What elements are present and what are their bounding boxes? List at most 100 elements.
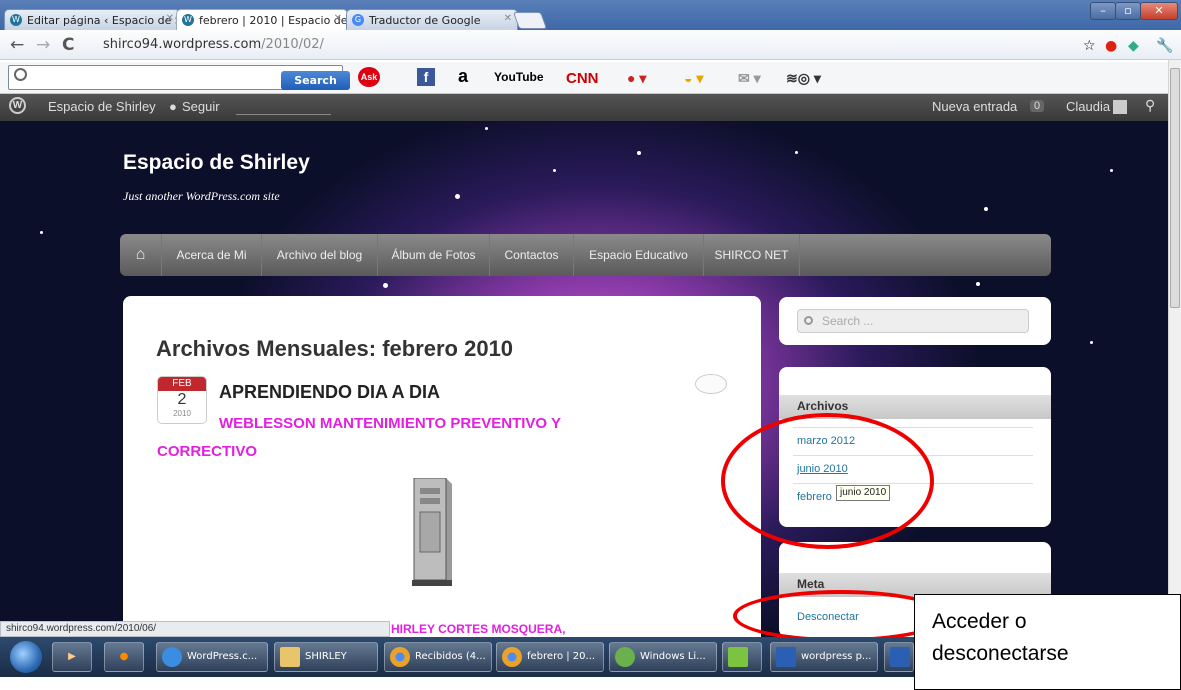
firefox-icon[interactable]: ● bbox=[104, 642, 144, 672]
menu-item-album[interactable]: Álbum de Fotos bbox=[378, 234, 490, 276]
home-icon[interactable]: ⌂ bbox=[120, 234, 162, 276]
forward-icon[interactable]: → bbox=[36, 35, 50, 55]
start-button[interactable] bbox=[10, 641, 42, 673]
taskbar-item-folder[interactable]: SHIRLEY bbox=[274, 642, 378, 672]
star bbox=[553, 169, 556, 172]
search-widget: Search ... bbox=[779, 297, 1051, 345]
wordpress-icon: W bbox=[182, 14, 194, 26]
star bbox=[455, 194, 460, 199]
url-path: /2010/02/ bbox=[261, 37, 324, 52]
taskbar-item-app[interactable] bbox=[722, 642, 762, 672]
annotation-box: Acceder o desconectarse bbox=[914, 594, 1181, 690]
taskbar-label: wordpress p... bbox=[801, 651, 872, 662]
ask-icon[interactable]: ● bbox=[1105, 38, 1117, 54]
menu-item-contactos[interactable]: Contactos bbox=[490, 234, 574, 276]
wp-admin-bar: W Espacio de Shirley ● Seguir Nueva entr… bbox=[0, 94, 1181, 121]
ask-icon[interactable]: Ask bbox=[358, 67, 380, 87]
archive-title: Archivos Mensuales: febrero 2010 bbox=[156, 336, 514, 361]
star bbox=[984, 207, 988, 211]
annotation-line: Acceder o bbox=[932, 610, 1027, 633]
media-player-icon[interactable]: ▶ bbox=[52, 642, 92, 672]
site-title[interactable]: Espacio de Shirley bbox=[123, 151, 310, 175]
taskbar-item-ie[interactable]: WordPress.c... bbox=[156, 642, 268, 672]
weather-icon[interactable]: ◒ ▾ bbox=[684, 70, 703, 87]
chrome-icon bbox=[390, 647, 410, 667]
chrome-icon bbox=[502, 647, 522, 667]
sidebar-search-input[interactable]: Search ... bbox=[797, 309, 1029, 333]
tab-translate[interactable]: G Traductor de Google ✕ bbox=[346, 9, 518, 30]
new-post-link[interactable]: Nueva entrada bbox=[932, 99, 1017, 114]
search-placeholder: Search ... bbox=[822, 314, 874, 328]
scrollbar-thumb[interactable] bbox=[1170, 68, 1180, 308]
ie-icon bbox=[162, 647, 182, 667]
taskbar-item-chrome2[interactable]: febrero | 20... bbox=[496, 642, 604, 672]
close-icon[interactable]: ✕ bbox=[504, 13, 512, 24]
menu-item-educativo[interactable]: Espacio Educativo bbox=[574, 234, 704, 276]
site-description: Just another WordPress.com site bbox=[123, 189, 280, 203]
menu-item-shirco[interactable]: SHIRCO NET bbox=[704, 234, 800, 276]
taskbar-item-word2[interactable] bbox=[884, 642, 914, 672]
admin-bar-site[interactable]: Espacio de Shirley bbox=[48, 99, 156, 114]
comment-bubble-icon[interactable] bbox=[695, 374, 727, 394]
tab-title: febrero | 2010 | Espacio de S bbox=[199, 14, 348, 27]
taskbar-item-chrome1[interactable]: Recibidos (4... bbox=[384, 642, 492, 672]
maximize-button[interactable]: ▫ bbox=[1115, 2, 1141, 20]
close-icon[interactable]: ✕ bbox=[166, 13, 174, 24]
menu-item-archivo[interactable]: Archivo del blog bbox=[262, 234, 378, 276]
amazon-icon[interactable]: a bbox=[458, 66, 468, 87]
new-tab-button[interactable] bbox=[512, 12, 548, 29]
tab-strip: W Editar página ‹ Espacio de S ✕ W febre… bbox=[0, 0, 1181, 30]
taskbar-item-windows-live[interactable]: Windows Li... bbox=[609, 642, 717, 672]
taskbar-label: Windows Li... bbox=[640, 651, 706, 662]
address-bar[interactable]: shirco94.wordpress.com/2010/02/ bbox=[85, 34, 1165, 56]
bookmark-star-icon[interactable]: ☆ bbox=[1083, 38, 1096, 54]
reload-icon[interactable]: C bbox=[62, 35, 74, 55]
browser-toolbar: ← → C shirco94.wordpress.com/2010/02/ ☆ … bbox=[0, 30, 1181, 60]
url-host: shirco94.wordpress.com bbox=[103, 37, 262, 52]
status-bar: shirco94.wordpress.com/2010/06/ bbox=[0, 621, 390, 637]
tab-febrero[interactable]: W febrero | 2010 | Espacio de S ✕ bbox=[176, 9, 348, 30]
close-icon[interactable]: ✕ bbox=[334, 13, 342, 24]
main-menu: ⌂ Acerca de Mi Archivo del blog Álbum de… bbox=[120, 234, 1051, 276]
admin-bar-field[interactable] bbox=[236, 101, 331, 115]
post-title[interactable]: APRENDIENDO DIA A DIA bbox=[219, 382, 440, 403]
mail-icon[interactable]: ✉ ▾ bbox=[738, 70, 761, 87]
back-icon[interactable]: ← bbox=[10, 35, 24, 55]
wrench-icon[interactable]: 🔧 bbox=[1156, 38, 1173, 54]
scrollbar[interactable] bbox=[1168, 60, 1181, 637]
follow-button[interactable]: Seguir bbox=[182, 99, 220, 114]
extension-icon[interactable]: ◆ bbox=[1128, 38, 1139, 54]
word-icon bbox=[890, 647, 910, 667]
star bbox=[485, 127, 488, 130]
user-menu[interactable]: Claudia bbox=[1066, 99, 1110, 114]
star bbox=[383, 283, 388, 288]
toolbar-search-button[interactable]: Search bbox=[281, 71, 350, 90]
folder-icon bbox=[280, 647, 300, 667]
youtube-icon[interactable]: YouTube bbox=[494, 70, 544, 84]
search-icon[interactable]: ⚲ bbox=[1145, 97, 1155, 114]
minimize-button[interactable]: – bbox=[1090, 2, 1116, 20]
tab-editar[interactable]: W Editar página ‹ Espacio de S ✕ bbox=[4, 9, 180, 30]
star bbox=[40, 231, 43, 234]
wordpress-icon[interactable]: W bbox=[9, 97, 26, 114]
post-author: HIRLEY CORTES MOSQUERA, bbox=[391, 622, 566, 636]
windows-live-icon bbox=[615, 647, 635, 667]
close-window-button[interactable]: ✕ bbox=[1140, 2, 1178, 20]
cnn-icon[interactable]: CNN bbox=[566, 70, 599, 87]
date-month: FEB bbox=[158, 377, 206, 391]
search-icon bbox=[804, 316, 813, 325]
taskbar-item-word[interactable]: wordpress p... bbox=[770, 642, 878, 672]
games-icon[interactable]: ● ▾ bbox=[627, 70, 646, 87]
date-day: 2 bbox=[177, 391, 187, 408]
word-icon bbox=[776, 647, 796, 667]
google-translate-icon: G bbox=[352, 14, 364, 26]
facebook-icon[interactable]: f bbox=[417, 68, 435, 86]
star bbox=[976, 282, 980, 286]
notification-count[interactable]: 0 bbox=[1030, 100, 1045, 112]
search-icon bbox=[14, 68, 27, 81]
menu-item-acerca[interactable]: Acerca de Mi bbox=[162, 234, 262, 276]
app-icon bbox=[728, 647, 748, 667]
identity-icon[interactable]: ≋◎ ▾ bbox=[786, 70, 821, 87]
wordpress-icon: W bbox=[10, 14, 22, 26]
toolbar-search-input[interactable]: Search bbox=[8, 65, 350, 90]
